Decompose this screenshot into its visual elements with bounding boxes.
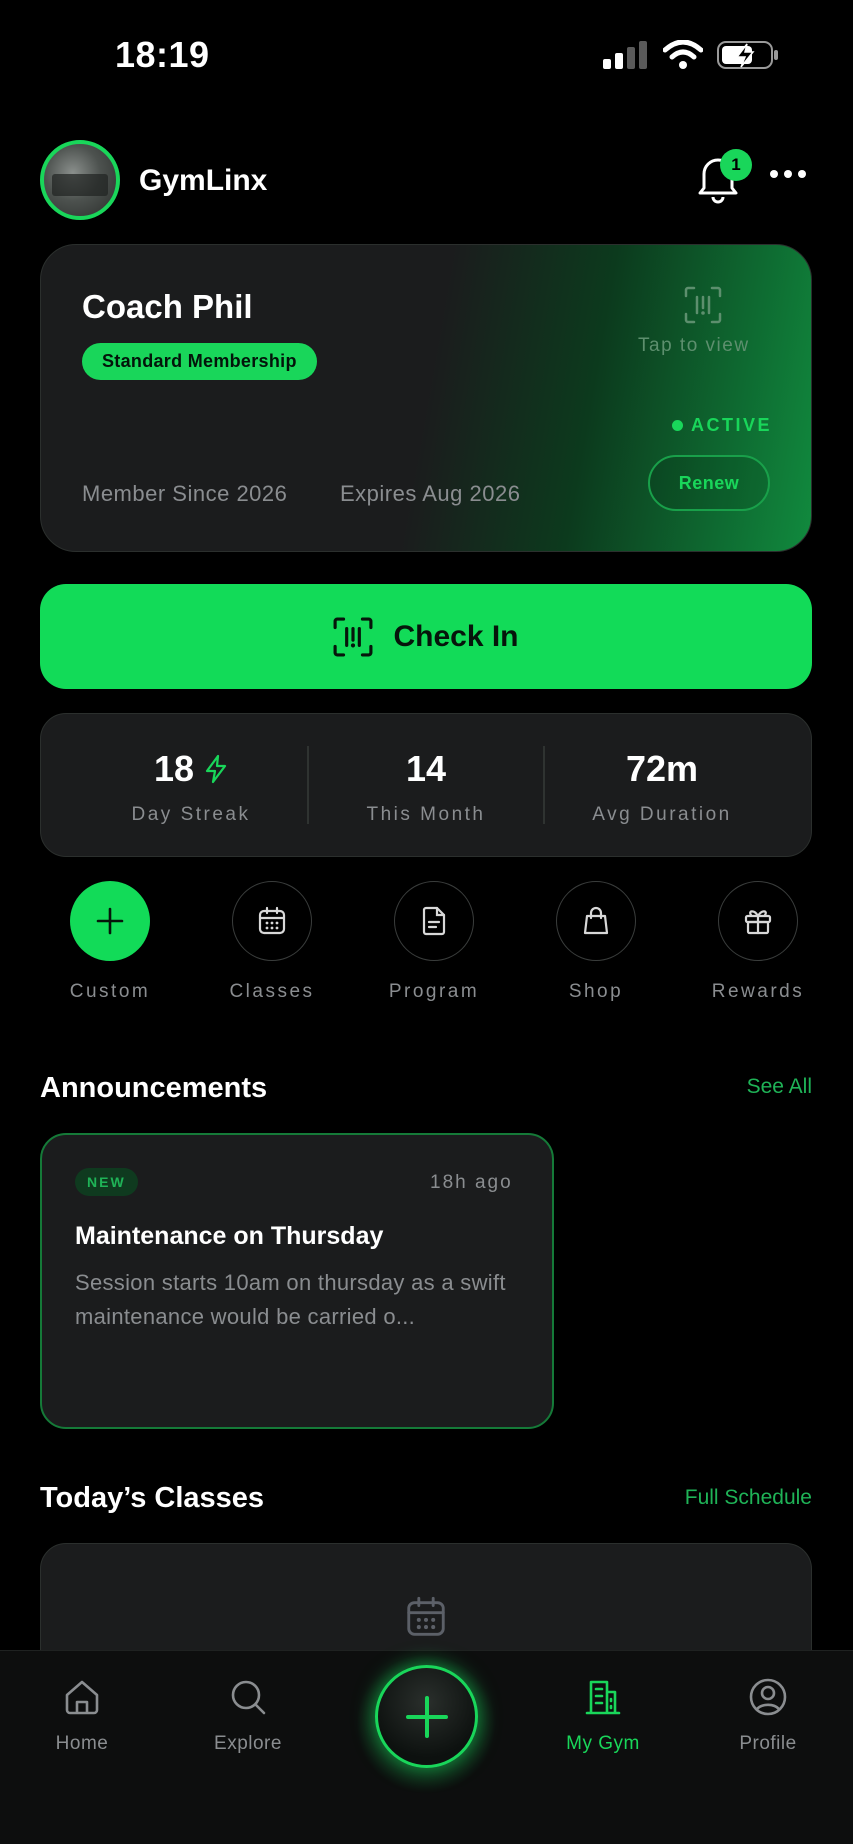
membership-status: ACTIVE xyxy=(672,415,772,436)
announcement-time: 18h ago xyxy=(430,1172,513,1193)
notification-badge: 1 xyxy=(720,149,752,181)
action-label: Custom xyxy=(69,981,151,1002)
action-shop[interactable]: Shop xyxy=(526,881,666,1003)
wifi-icon xyxy=(663,40,703,69)
stat-value: 18 xyxy=(153,748,195,789)
document-icon xyxy=(422,906,446,936)
action-program[interactable]: Program xyxy=(364,881,504,1003)
tab-profile[interactable]: Profile xyxy=(703,1676,833,1755)
qr-scan-icon xyxy=(333,617,373,656)
plus-icon xyxy=(96,907,124,935)
classes-title: Today’s Classes xyxy=(40,1482,265,1514)
stat-day-streak: 18 Day Streak xyxy=(71,748,311,826)
announcement-body: Session starts 10am on thursday as a swi… xyxy=(75,1270,506,1329)
status-time: 18:19 xyxy=(115,34,210,75)
battery-icon xyxy=(717,41,778,69)
user-circle-icon xyxy=(749,1678,787,1716)
calendar-icon xyxy=(407,1596,445,1636)
status-dot xyxy=(672,420,683,431)
center-add-button[interactable] xyxy=(375,1665,478,1768)
action-classes[interactable]: Classes xyxy=(202,881,342,1003)
status-label: ACTIVE xyxy=(691,415,773,435)
search-icon xyxy=(231,1680,266,1715)
stat-value: 72m xyxy=(625,748,699,789)
stat-label: Day Streak xyxy=(131,804,251,825)
member-name: Coach Phil xyxy=(82,288,253,325)
tab-label: Explore xyxy=(214,1733,282,1754)
qr-scan-icon[interactable] xyxy=(684,286,722,324)
home-icon xyxy=(65,1680,99,1715)
action-label: Classes xyxy=(229,981,315,1002)
signal-icon xyxy=(603,41,647,69)
tab-label: Profile xyxy=(739,1733,797,1754)
stat-value: 14 xyxy=(405,748,447,789)
shopping-bag-icon xyxy=(583,906,609,935)
stat-this-month: 14 This Month xyxy=(306,748,546,826)
renew-button[interactable]: Renew xyxy=(648,455,770,511)
tab-home[interactable]: Home xyxy=(17,1676,147,1755)
announcements-title: Announcements xyxy=(40,1072,268,1104)
stat-avg-duration: 72m Avg Duration xyxy=(542,748,782,826)
action-label: Rewards xyxy=(711,981,805,1002)
full-schedule-link[interactable]: Full Schedule xyxy=(685,1486,812,1510)
more-icon[interactable] xyxy=(770,170,806,178)
tab-label: Home xyxy=(55,1733,109,1754)
building-icon xyxy=(585,1680,621,1715)
tab-my-gym[interactable]: My Gym xyxy=(538,1676,668,1755)
tap-to-view-label[interactable]: Tap to view xyxy=(638,335,750,357)
member-since: Member Since 2026 xyxy=(82,481,288,506)
bolt-icon xyxy=(205,754,227,784)
new-badge: NEW xyxy=(75,1168,138,1196)
avatar[interactable] xyxy=(40,140,120,220)
app-name: GymLinx xyxy=(139,164,268,197)
stat-label: Avg Duration xyxy=(592,804,732,825)
action-rewards[interactable]: Rewards xyxy=(688,881,828,1003)
plus-icon xyxy=(405,1695,448,1738)
announcement-title: Maintenance on Thursday xyxy=(75,1222,384,1250)
membership-plan-badge: Standard Membership xyxy=(82,343,317,380)
action-custom[interactable]: Custom xyxy=(40,881,180,1003)
tab-label: My Gym xyxy=(566,1733,640,1754)
check-in-label: Check In xyxy=(393,619,519,653)
expiry-date: Expires Aug 2026 xyxy=(340,481,521,506)
action-label: Program xyxy=(388,981,480,1002)
action-label: Shop xyxy=(568,981,624,1002)
check-in-button[interactable]: Check In xyxy=(40,584,812,689)
status-icons xyxy=(603,40,779,70)
tab-explore[interactable]: Explore xyxy=(183,1676,313,1755)
calendar-icon xyxy=(258,906,286,935)
gift-icon xyxy=(744,910,772,935)
stat-label: This Month xyxy=(366,804,486,825)
see-all-link[interactable]: See All xyxy=(747,1075,812,1099)
